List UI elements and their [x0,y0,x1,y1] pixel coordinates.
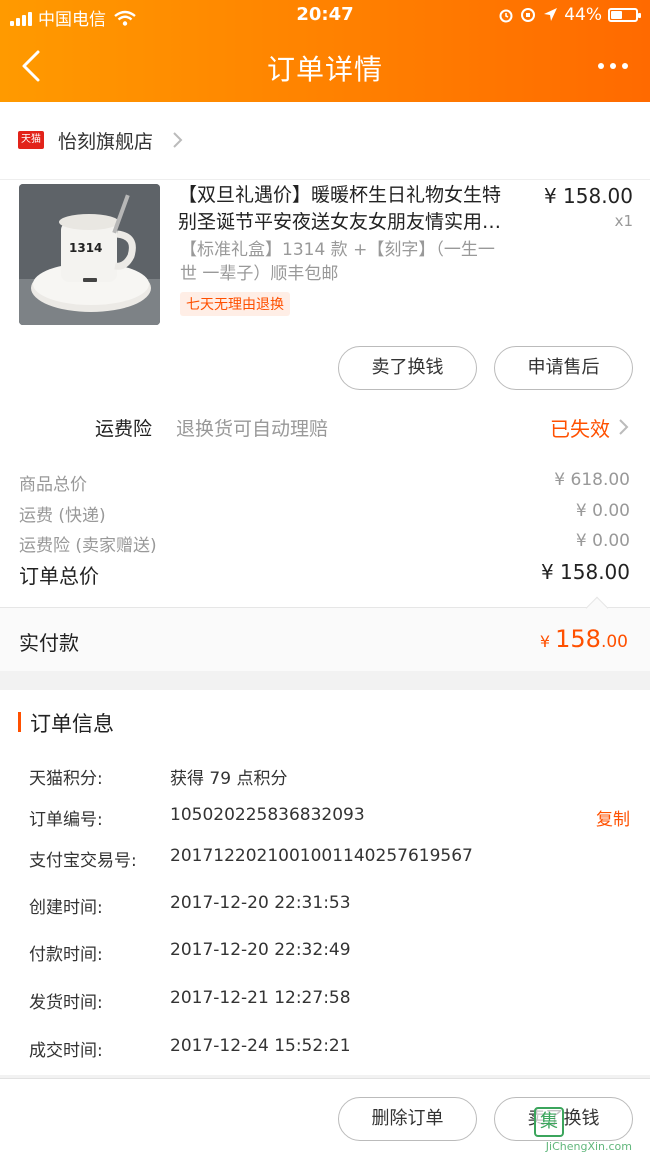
product-quantity: x1 [614,212,633,230]
paid-decimal: .00 [600,632,628,652]
product-title[interactable]: 【双旦礼遇价】暖暖杯生日礼物女生特 别圣诞节平安夜送女友女朋友情实用… [178,182,538,236]
product-title-line1: 【双旦礼遇价】暖暖杯生日礼物女生特 [178,184,502,206]
battery-percent: 44% [564,5,602,25]
order-total-label: 订单总价 [19,564,99,588]
insurance-fee-value: ¥ 0.00 [575,531,630,551]
info-label: 成交时间: [29,1041,103,1061]
info-row-alipay-trade: 支付宝交易号: 2017122021001001140257619567 [0,842,650,872]
location-icon [544,8,558,21]
product-title-line2: 别圣诞节平安夜送女友女朋友情实用… [178,211,502,233]
after-sale-button[interactable]: 申请售后 [494,346,633,390]
chevron-right-icon [173,132,183,148]
shop-row[interactable]: 天猫 怡刻旗舰店 [0,102,650,180]
delete-order-button[interactable]: 删除订单 [338,1097,477,1141]
watermark-logo: 集 [534,1107,564,1137]
paid-integer: 158 [555,625,601,653]
info-label: 创建时间: [29,898,103,918]
info-row-completed: 成交时间: 2017-12-24 15:52:21 [0,1032,650,1062]
copy-button[interactable]: 复制 [596,805,630,830]
shipping-fee-row: 运费 (快递) ¥ 0.00 [0,497,650,527]
info-label: 订单编号: [29,810,103,830]
insurance-label: 运费险 [95,418,153,440]
return-policy-tag: 七天无理由退换 [180,292,290,316]
status-bar: 中国电信 20:47 44% [0,0,650,32]
goods-total-value: ¥ 618.00 [554,470,630,490]
more-dots-icon[interactable] [598,56,630,76]
paid-value: ¥ 158.00 [540,625,628,653]
goods-total-label: 商品总价 [19,475,87,495]
mug-illustration: 1314 [19,184,160,325]
info-row-points: 天猫积分: 获得 79 点积分 [0,760,650,790]
info-value: 获得 79 点积分 [170,769,288,789]
paid-label: 实付款 [19,631,79,655]
info-value: 2017-12-21 12:27:58 [170,988,351,1008]
order-total-value: ¥ 158.00 [540,560,630,584]
info-label: 支付宝交易号: [29,851,137,871]
alarm-icon [499,9,513,23]
order-total-row: 订单总价 ¥ 158.00 [0,558,650,588]
insurance-fee-label: 运费险 (卖家赠送) [19,536,157,556]
order-info-title: 订单信息 [30,712,114,736]
paid-amount-row: 实付款 ¥ 158.00 [0,596,650,671]
product-price: ¥ 158.00 [543,184,633,208]
sku-line2: 世 一辈子）顺丰包邮 [180,264,339,284]
bottom-action-bar: 删除订单 卖了换钱 集 JiChengXin.com [0,1078,650,1155]
insurance-fee-row: 运费险 (卖家赠送) ¥ 0.00 [0,527,650,557]
section-accent-bar [18,712,21,732]
info-row-order-number: 订单编号: 105020225836832093 复制 [0,801,650,831]
info-row-paid: 付款时间: 2017-12-20 22:32:49 [0,936,650,966]
tmall-badge-icon: 天猫 [18,131,44,149]
shop-name[interactable]: 怡刻旗舰店 [58,127,153,154]
info-label: 付款时间: [29,945,103,965]
sell-for-cash-button[interactable]: 卖了换钱 [338,346,477,390]
order-info-section: 订单信息 天猫积分: 获得 79 点积分 订单编号: 1050202258368… [0,690,650,1075]
status-right: 44% [498,5,641,25]
mug-label-text: 1314 [69,241,102,255]
insurance-status: 已失效 [550,417,610,441]
product-sku: 【标准礼盒】1314 款 +【刻字】（一生一 世 一辈子）顺丰包邮 [180,238,540,286]
battery-icon [608,8,641,22]
goods-total-row: 商品总价 ¥ 618.00 [0,466,650,496]
watermark-text: JiChengXin.com [545,1140,632,1153]
shipping-insurance-row[interactable]: 运费险 退换货可自动理赔 已失效 [0,402,650,452]
product-image[interactable]: 1314 [19,184,160,325]
info-value: 2017-12-20 22:31:53 [170,893,351,913]
info-label: 天猫积分: [29,769,103,789]
sku-line1: 【标准礼盒】1314 款 +【刻字】（一生一 [180,240,495,260]
battery-fill [611,11,622,19]
info-value: 2017-12-20 22:32:49 [170,940,351,960]
insurance-desc: 退换货可自动理赔 [176,418,329,440]
info-row-created: 创建时间: 2017-12-20 22:31:53 [0,889,650,919]
info-value: 2017-12-24 15:52:21 [170,1036,351,1056]
order-card: 天猫 怡刻旗舰店 1314 【双旦礼遇价】暖暖杯生日礼物女生特 别圣诞节平安夜送… [0,102,650,607]
info-label: 发货时间: [29,993,103,1013]
info-value[interactable]: 105020225836832093 [170,805,365,825]
page-title: 订单详情 [266,53,383,86]
shipping-fee-label: 运费 (快递) [19,506,106,526]
paid-currency: ¥ [539,632,556,651]
top-header: 中国电信 20:47 44% 订单详情 [0,0,650,102]
shipping-fee-value: ¥ 0.00 [575,501,630,521]
info-row-shipped: 发货时间: 2017-12-21 12:27:58 [0,984,650,1014]
chevron-right-icon [619,419,629,435]
rotation-lock-icon [521,8,536,22]
info-value: 2017122021001001140257619567 [170,846,473,866]
